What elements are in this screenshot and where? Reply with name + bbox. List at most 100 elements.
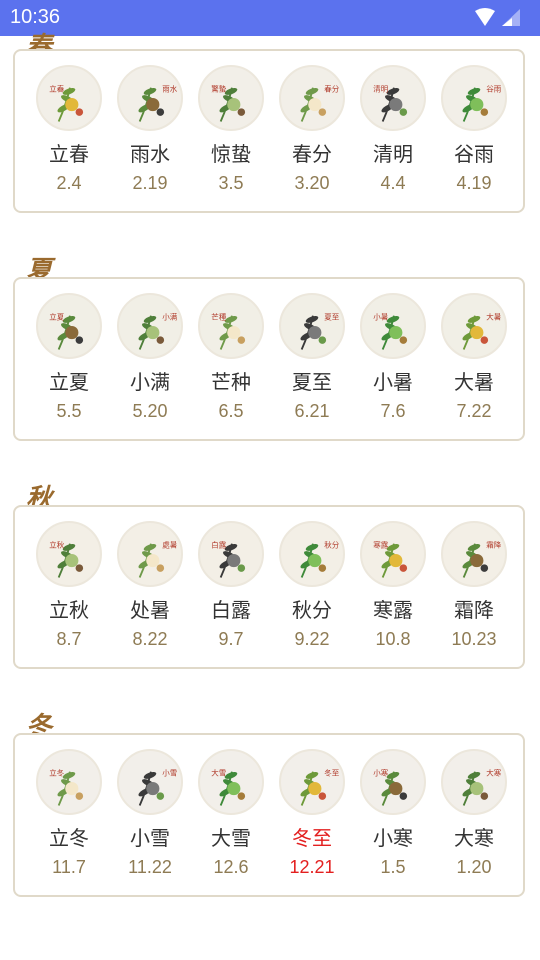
- term-date: 5.20: [132, 401, 168, 421]
- term-date: 1.20: [456, 857, 492, 877]
- season-card-summer: 立夏 立夏 5.5 小满 小满 5.20 芒種 芒种 6.5 夏至 夏至 6.2…: [13, 277, 525, 441]
- xiaoshu-lychee-icon: 小暑: [360, 293, 426, 359]
- term-qingming[interactable]: 清明 清明 4.4: [358, 65, 428, 205]
- term-date: 3.20: [294, 173, 330, 193]
- shuangjiang-chrysanthemum-icon: 霜降: [441, 521, 507, 587]
- signal-icon: [502, 9, 520, 26]
- term-date: 9.22: [294, 629, 330, 649]
- icon-caption: 立夏: [49, 311, 64, 321]
- term-guyu[interactable]: 谷雨 谷雨 4.19: [439, 65, 509, 205]
- qingming-village-icon: 清明: [360, 65, 426, 131]
- icon-caption: 秋分: [324, 539, 339, 549]
- term-lixia[interactable]: 立夏 立夏 5.5: [34, 293, 104, 433]
- season-card-autumn: 立秋 立秋 8.7 處暑 处暑 8.22 白露 白露 9.7 秋分 秋分 9.2…: [13, 505, 525, 669]
- icon-caption: 大寒: [486, 767, 501, 777]
- term-name: 立秋: [49, 598, 89, 622]
- icon-caption: 處暑: [162, 539, 177, 549]
- term-daxue[interactable]: 大雪 大雪 12.6: [196, 749, 266, 889]
- season-card-spring: 立春 立春 2.4 雨水 雨水 2.19 驚蟄 惊蛰 3.5 春分 春分 3.2…: [13, 49, 525, 213]
- term-hanlu[interactable]: 寒露 寒露 10.8: [358, 521, 428, 661]
- icon-caption: 谷雨: [486, 84, 501, 93]
- term-name: 秋分: [292, 598, 332, 622]
- term-liqiu[interactable]: 立秋 立秋 8.7: [34, 521, 104, 661]
- term-name: 白露: [211, 598, 251, 622]
- term-date: 8.22: [132, 629, 168, 649]
- dongzhi-thermos-icon: 冬至: [279, 749, 345, 815]
- icon-caption: 大雪: [211, 767, 226, 777]
- term-xiaoman[interactable]: 小满 小满 5.20: [115, 293, 185, 433]
- icon-caption: 大暑: [486, 311, 501, 321]
- icon-caption: 白露: [211, 539, 226, 549]
- term-name: 夏至: [292, 370, 332, 394]
- icon-caption: 夏至: [324, 312, 339, 321]
- guyu-tea-leaf-icon: 谷雨: [441, 65, 507, 131]
- status-icons: [474, 8, 522, 28]
- wifi-icon: [475, 8, 495, 26]
- term-lidong[interactable]: 立冬 立冬 11.7: [34, 749, 104, 889]
- term-name: 小寒: [373, 826, 413, 850]
- term-name: 大暑: [454, 370, 494, 394]
- lidong-basket-icon: 立冬: [36, 749, 102, 815]
- term-dongzhi[interactable]: 冬至 冬至 12.21: [277, 749, 347, 889]
- term-date: 2.19: [132, 173, 168, 193]
- term-date: 3.5: [218, 173, 244, 193]
- icon-caption: 小满: [162, 311, 177, 321]
- term-name: 春分: [292, 142, 332, 166]
- term-name: 清明: [373, 142, 413, 166]
- term-yushui[interactable]: 雨水 雨水 2.19: [115, 65, 185, 205]
- bailu-pumpkin-icon: 白露: [198, 521, 264, 587]
- xiaoman-berries-icon: 小满: [117, 293, 183, 359]
- icon-caption: 清明: [373, 83, 388, 93]
- term-qiufen[interactable]: 秋分 秋分 9.22: [277, 521, 347, 661]
- term-name: 芒种: [211, 370, 251, 394]
- term-bailu[interactable]: 白露 白露 9.7: [196, 521, 266, 661]
- term-chunfen[interactable]: 春分 春分 3.20: [277, 65, 347, 205]
- term-date: 6.5: [218, 401, 244, 421]
- yushui-willow-icon: 雨水: [117, 65, 183, 131]
- icon-caption: 小暑: [373, 312, 388, 321]
- term-name: 小暑: [373, 370, 413, 394]
- icon-caption: 芒種: [211, 311, 226, 321]
- term-name: 寒露: [373, 598, 413, 622]
- term-date: 2.4: [56, 173, 82, 193]
- term-date: 8.7: [56, 629, 82, 649]
- term-name: 谷雨: [454, 142, 494, 166]
- term-shuangjiang[interactable]: 霜降 霜降 10.23: [439, 521, 509, 661]
- term-mangzhong[interactable]: 芒種 芒种 6.5: [196, 293, 266, 433]
- icon-caption: 霜降: [486, 539, 501, 549]
- icon-caption: 小寒: [373, 767, 388, 777]
- lichun-bird-flower-icon: 立春: [36, 65, 102, 131]
- term-xiaoshu[interactable]: 小暑 小暑 7.6: [358, 293, 428, 433]
- term-date: 10.23: [451, 629, 497, 649]
- chushu-morning-glory-icon: 處暑: [117, 521, 183, 587]
- term-dahan[interactable]: 大寒 大寒 1.20: [439, 749, 509, 889]
- icon-caption: 立冬: [49, 767, 64, 777]
- term-name: 小满: [130, 370, 170, 394]
- xiaoxue-branch-icon: 小雪: [117, 749, 183, 815]
- term-dashu[interactable]: 大暑 大暑 7.22: [439, 293, 509, 433]
- icon-caption: 小雪: [162, 768, 177, 777]
- term-name: 大寒: [454, 826, 494, 850]
- status-bar: 10:36: [0, 0, 540, 36]
- term-lichun[interactable]: 立春 立春 2.4: [34, 65, 104, 205]
- qiufen-osmanthus-icon: 秋分: [279, 521, 345, 587]
- term-xiaohan[interactable]: 小寒 小寒 1.5: [358, 749, 428, 889]
- term-date: 11.22: [128, 857, 172, 877]
- term-name: 立冬: [49, 826, 89, 850]
- term-date: 4.4: [380, 173, 406, 193]
- term-chushu[interactable]: 處暑 处暑 8.22: [115, 521, 185, 661]
- term-jingzhe[interactable]: 驚蟄 惊蛰 3.5: [196, 65, 266, 205]
- term-date: 6.21: [294, 401, 330, 421]
- term-name: 雨水: [130, 142, 170, 166]
- term-xiaoxue[interactable]: 小雪 小雪 11.22: [115, 749, 185, 889]
- term-date: 7.6: [380, 401, 406, 421]
- term-name: 惊蛰: [211, 142, 251, 166]
- icon-caption: 驚蟄: [211, 83, 226, 93]
- icon-caption: 寒露: [373, 539, 388, 549]
- term-xiazhi[interactable]: 夏至 夏至 6.21: [277, 293, 347, 433]
- icon-caption: 雨水: [162, 83, 177, 93]
- icon-caption: 立春: [49, 83, 64, 93]
- hanlu-jar-icon: 寒露: [360, 521, 426, 587]
- term-name: 冬至: [292, 826, 332, 850]
- jingzhe-bamboo-icon: 驚蟄: [198, 65, 264, 131]
